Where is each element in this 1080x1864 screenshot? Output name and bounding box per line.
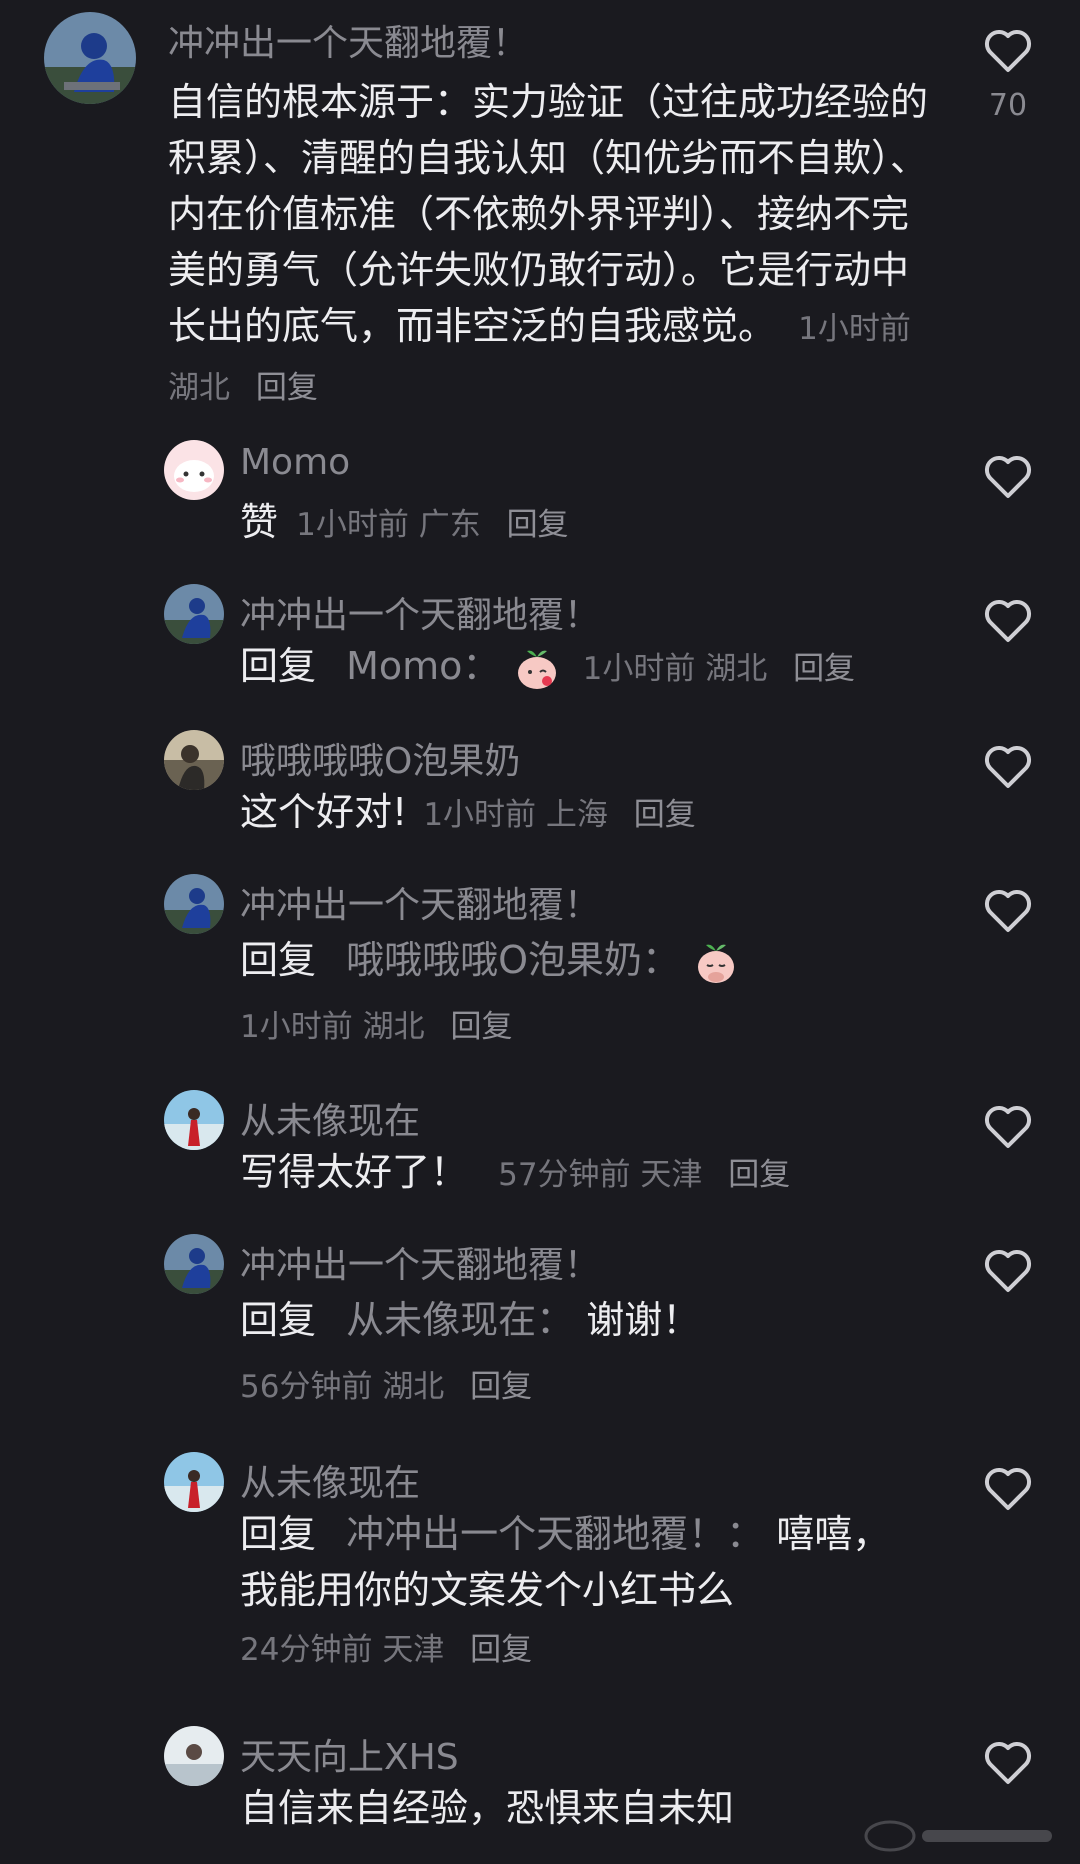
like-button[interactable] — [980, 592, 1036, 648]
reply-prefix: 回复 — [240, 1512, 317, 1556]
reply-text: 赞 — [240, 500, 279, 544]
reply-body: 回复 从未像现在： 谢谢！ 56分钟前 湖北 回复 — [240, 1288, 960, 1419]
reply-body: 这个好对! 1小时前 上海 回复 — [240, 784, 940, 843]
reply-location: 天津 — [640, 1157, 703, 1193]
like-button[interactable] — [980, 1242, 1036, 1298]
reply-button[interactable]: 回复 — [507, 507, 569, 543]
reply-button[interactable]: 回复 — [470, 1369, 532, 1405]
avatar[interactable] — [164, 1234, 224, 1294]
reply-author[interactable]: 冲冲出一个天翻地覆！ — [240, 876, 600, 928]
reply-mention[interactable]: 哦哦哦哦O泡果奶： — [346, 938, 680, 982]
reply-button[interactable]: 回复 — [634, 797, 696, 833]
reply-text: 谢谢！ — [586, 1298, 701, 1342]
reply-location: 广东 — [418, 507, 481, 543]
reply-author[interactable]: Momo — [240, 442, 350, 483]
reply-body: 自信来自经验，恐惧来自未知 — [240, 1780, 940, 1836]
reply-text: 写得太好了！ — [240, 1150, 469, 1194]
like-button[interactable] — [980, 738, 1036, 794]
reply-body: 回复 冲冲出一个天翻地覆！： 嘻嘻，我能用你的文案发个小红书么 24分钟前 天津… — [240, 1506, 900, 1682]
reply-time: 1小时前 — [582, 651, 696, 687]
reply-author[interactable]: 冲冲出一个天翻地覆！ — [240, 586, 600, 638]
reply-meta: 1小时前 湖北 回复 — [583, 651, 855, 687]
like-button[interactable] — [980, 1460, 1036, 1516]
heart-outline-icon — [984, 599, 1032, 642]
reply-author[interactable]: 从未像现在 — [240, 1092, 420, 1144]
reply-prefix: 回复 — [240, 1298, 317, 1342]
reply-location: 湖北 — [382, 1369, 445, 1405]
heart-outline-icon — [984, 455, 1032, 498]
reply-mention[interactable]: Momo： — [346, 644, 500, 688]
avatar[interactable] — [164, 730, 224, 790]
like-button[interactable] — [980, 882, 1036, 938]
heart-outline-icon — [984, 1741, 1032, 1784]
reply-location: 湖北 — [362, 1009, 425, 1045]
heart-outline-icon — [984, 29, 1032, 72]
reply-author[interactable]: 从未像现在 — [240, 1454, 420, 1506]
comment-text: 自信的根本源于：实力验证（过往成功经验的积累）、清醒的自我认知（知优劣而不自欺）… — [168, 80, 929, 348]
peach-kiss-emoji — [513, 645, 561, 693]
reply-body: 赞 1小时前 广东 回复 — [240, 494, 940, 553]
reply-meta: 24分钟前 天津 回复 — [240, 1618, 900, 1682]
reply-location: 天津 — [382, 1632, 445, 1668]
watermark-logo — [860, 1814, 1060, 1858]
comment-author[interactable]: 冲冲出一个天翻地覆！ — [168, 14, 528, 66]
avatar[interactable] — [164, 1726, 224, 1786]
avatar[interactable] — [44, 12, 136, 104]
reply-button[interactable]: 回复 — [728, 1157, 790, 1193]
avatar[interactable] — [164, 440, 224, 500]
like-button[interactable] — [980, 1734, 1036, 1790]
reply-prefix: 回复 — [240, 644, 317, 688]
heart-outline-icon — [984, 1467, 1032, 1510]
reply-button[interactable]: 回复 — [793, 651, 855, 687]
reply-author[interactable]: 哦哦哦哦O泡果奶 — [240, 732, 520, 784]
reply-location: 上海 — [545, 797, 608, 833]
comment-body: 自信的根本源于：实力验证（过往成功经验的积累）、清醒的自我认知（知优劣而不自欺）… — [168, 74, 938, 416]
reply-time: 1小时前 — [240, 1009, 353, 1045]
reply-time: 1小时前 — [423, 797, 537, 833]
reply-location: 湖北 — [705, 651, 768, 687]
reply-meta: 1小时前 广东 回复 — [296, 507, 568, 543]
like-button[interactable] — [980, 1098, 1036, 1154]
reply-author[interactable]: 冲冲出一个天翻地覆！ — [240, 1236, 600, 1288]
reply-time: 56分钟前 — [240, 1369, 373, 1405]
like-count: 70 — [988, 88, 1028, 123]
reply-body: 回复 Momo： 1小时前 湖北 回复 — [240, 638, 960, 697]
reply-time: 57分钟前 — [498, 1157, 631, 1193]
peach-bow-emoji — [692, 939, 740, 987]
reply-button[interactable]: 回复 — [470, 1632, 532, 1668]
reply-text: 自信来自经验，恐惧来自未知 — [240, 1786, 735, 1830]
reply-mention[interactable]: 从未像现在： — [346, 1298, 574, 1342]
like-button[interactable] — [980, 22, 1036, 78]
reply-body: 回复 哦哦哦哦O泡果奶： 1小时前 湖北 回复 — [240, 928, 960, 1059]
heart-outline-icon — [984, 1249, 1032, 1292]
reply-prefix: 回复 — [240, 938, 317, 982]
reply-author[interactable]: 天天向上XHS — [240, 1728, 459, 1780]
reply-button[interactable]: 回复 — [450, 1009, 512, 1045]
reply-meta: 56分钟前 湖北 回复 — [240, 1369, 532, 1405]
reply-time: 1小时前 — [296, 507, 409, 543]
reply-button[interactable]: 回复 — [256, 370, 318, 406]
avatar[interactable] — [164, 584, 224, 644]
like-button[interactable] — [980, 448, 1036, 504]
heart-outline-icon — [984, 889, 1032, 932]
comment-thread: 冲冲出一个天翻地覆！ 自信的根本源于：实力验证（过往成功经验的积累）、清醒的自我… — [0, 0, 1080, 1864]
comment-time: 1小时前 — [798, 311, 911, 347]
reply-body: 写得太好了！ 57分钟前 天津 回复 — [240, 1144, 940, 1203]
reply-meta: 1小时前 上海 回复 — [423, 797, 695, 833]
avatar[interactable] — [164, 874, 224, 934]
reply-meta: 1小时前 湖北 回复 — [240, 1009, 512, 1045]
reply-meta: 57分钟前 天津 回复 — [498, 1157, 790, 1193]
reply-text: 这个好对! — [240, 790, 408, 834]
avatar[interactable] — [164, 1452, 224, 1512]
heart-outline-icon — [984, 1105, 1032, 1148]
avatar[interactable] — [164, 1090, 224, 1150]
comment-location: 湖北 — [168, 370, 230, 406]
reply-mention[interactable]: 冲冲出一个天翻地覆！： — [346, 1512, 764, 1556]
reply-time: 24分钟前 — [240, 1632, 373, 1668]
heart-outline-icon — [984, 745, 1032, 788]
